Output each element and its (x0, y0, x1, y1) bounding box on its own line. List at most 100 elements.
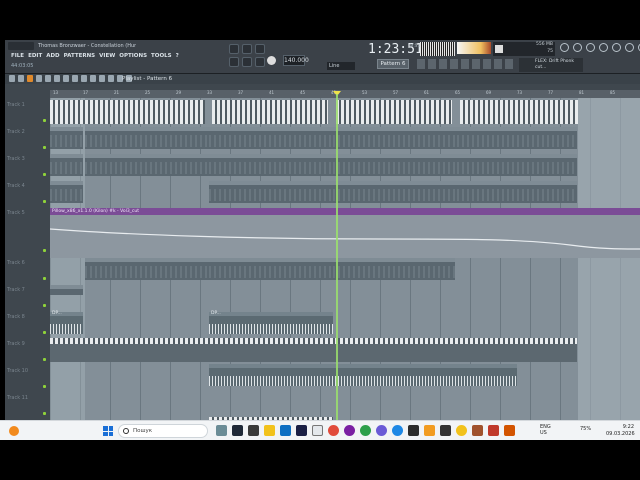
pattern-clip[interactable]: Pattern 3 (333, 154, 457, 176)
menu-help[interactable]: ? (176, 51, 179, 61)
wait-icon[interactable] (242, 44, 252, 54)
menu-view[interactable]: VIEW (99, 51, 115, 61)
delete-tool-icon[interactable] (45, 75, 51, 82)
pattern-clip[interactable]: Pattern 5 (333, 181, 457, 203)
track-led-icon[interactable] (43, 249, 46, 252)
audio-clip[interactable]: Pillow_x86_x1.1.0 (Kilon) #k - Vol3_cut (50, 208, 640, 258)
taskbar-search[interactable]: Пошук (118, 424, 208, 438)
pattern-clip[interactable]: Pattern 3 (457, 154, 577, 176)
file-explorer-icon[interactable] (264, 425, 275, 436)
start-button[interactable] (103, 426, 113, 436)
app-icon[interactable] (248, 425, 259, 436)
mail-icon[interactable] (280, 425, 291, 436)
pattern-clip[interactable]: Pattern 2 (85, 127, 209, 149)
track-led-icon[interactable] (43, 331, 46, 334)
metronome-icon[interactable] (229, 44, 239, 54)
widgets-icon[interactable] (216, 425, 227, 436)
countdown-icon[interactable] (255, 44, 265, 54)
track-header[interactable]: Track 7 (5, 284, 640, 311)
pattern-clip[interactable]: Pattern 2 (333, 127, 457, 149)
track-led-icon[interactable] (43, 200, 46, 203)
pattern-clip[interactable]: Pattern 6 (333, 258, 455, 280)
help-icon[interactable] (612, 43, 621, 52)
mute-tool-icon[interactable] (54, 75, 60, 82)
menu-patterns[interactable]: PATTERNS (64, 51, 96, 61)
playlist-view-icon[interactable] (417, 59, 425, 69)
track-led-icon[interactable] (43, 358, 46, 361)
chrome-icon[interactable] (328, 425, 339, 436)
zoom-tool-icon[interactable] (90, 75, 96, 82)
stop-button[interactable] (255, 57, 265, 67)
app-icon[interactable] (504, 425, 515, 436)
pattern-clip[interactable]: Pattern 6 (85, 258, 209, 280)
track-led-icon[interactable] (43, 277, 46, 280)
app-icon[interactable] (456, 425, 467, 436)
photoshop-icon[interactable] (296, 425, 307, 436)
playhead[interactable] (336, 94, 338, 420)
pattern-clip[interactable] (212, 100, 328, 124)
snap-icon[interactable] (18, 75, 24, 82)
menu-tools[interactable]: TOOLS (151, 51, 172, 61)
telegram-icon[interactable] (392, 425, 403, 436)
touch-keyboard-icon[interactable] (483, 59, 491, 69)
track-led-icon[interactable] (43, 412, 46, 415)
pattern-clip[interactable]: Pattern 5 (209, 181, 333, 203)
app-icon[interactable] (376, 425, 387, 436)
audio-clip[interactable]: DP... (50, 311, 83, 334)
audio-clip-header[interactable]: Pillow_x86_x1.1.0 (Kilon) #k - Vol3_cut (50, 208, 640, 215)
piano-roll-icon[interactable] (428, 59, 436, 69)
task-view-icon[interactable] (232, 425, 243, 436)
settings-icon[interactable] (573, 43, 582, 52)
playback-tool-icon[interactable] (99, 75, 105, 82)
audio-clip[interactable]: DP... (209, 311, 333, 334)
paint-tool-icon[interactable] (36, 75, 42, 82)
song-time-display[interactable]: 1:23:51 (368, 42, 423, 58)
pattern-clip[interactable]: Pattern 2 (209, 127, 333, 149)
pattern-clip[interactable]: Pattern 2 (50, 127, 83, 149)
project-info-icon[interactable] (494, 59, 502, 69)
export-icon[interactable] (505, 59, 513, 69)
browser-view-icon[interactable] (472, 59, 480, 69)
pattern-clip[interactable]: Pattern 5 (457, 181, 577, 203)
audio-clip[interactable] (209, 364, 517, 386)
fl-cloud-icon[interactable] (625, 43, 634, 52)
menu-file[interactable]: FILE (11, 51, 24, 61)
pattern-clip[interactable]: DP... (50, 285, 83, 295)
pattern-selector[interactable]: Pattern 6 (377, 59, 409, 69)
snap-selector[interactable]: Line (327, 62, 355, 70)
pattern-clip[interactable] (336, 100, 452, 124)
mixer-view-icon[interactable] (450, 59, 458, 69)
battery-indicator[interactable]: 75% (580, 426, 591, 432)
track-led-icon[interactable] (43, 385, 46, 388)
app-icon[interactable] (488, 425, 499, 436)
playlist-titlebar[interactable]: Playlist - Pattern 6 (5, 74, 640, 84)
pattern-clip[interactable]: Pattern 2 (457, 127, 577, 149)
menu-options[interactable]: OPTIONS (119, 51, 147, 61)
pattern-clip[interactable]: Pattern 3 (85, 154, 209, 176)
clock[interactable]: 9:22 09.03.2026 (606, 424, 635, 438)
pattern-clip[interactable]: Pattern 3 (50, 154, 83, 176)
app-icon[interactable] (472, 425, 483, 436)
draw-tool-icon[interactable] (27, 75, 33, 82)
track-header[interactable]: Track 11 (5, 392, 640, 419)
pattern-clip[interactable]: Pattern 5 (50, 181, 83, 203)
track-led-icon[interactable] (43, 146, 46, 149)
menu-arrow-icon[interactable] (9, 75, 15, 82)
pattern-clip[interactable]: Pattern 3 (209, 154, 333, 176)
doc-icon[interactable] (312, 425, 323, 436)
track-led-icon[interactable] (43, 304, 46, 307)
menu-add[interactable]: ADD (46, 51, 59, 61)
menu-edit[interactable]: EDIT (28, 51, 42, 61)
pattern-clip[interactable] (50, 338, 577, 344)
app-icon[interactable] (408, 425, 419, 436)
slip-tool-icon[interactable] (63, 75, 69, 82)
tempo-display[interactable]: 140.000 (283, 55, 309, 66)
pattern-clip[interactable] (460, 100, 578, 124)
pattern-clip[interactable]: Pattern 6 (209, 258, 333, 280)
mixer-icon[interactable] (586, 43, 595, 52)
channel-rack-icon[interactable] (439, 59, 447, 69)
stretch-icon[interactable] (108, 75, 114, 82)
play-button[interactable] (242, 57, 252, 67)
pattern-song-toggle[interactable] (229, 57, 239, 67)
select-tool-icon[interactable] (81, 75, 87, 82)
